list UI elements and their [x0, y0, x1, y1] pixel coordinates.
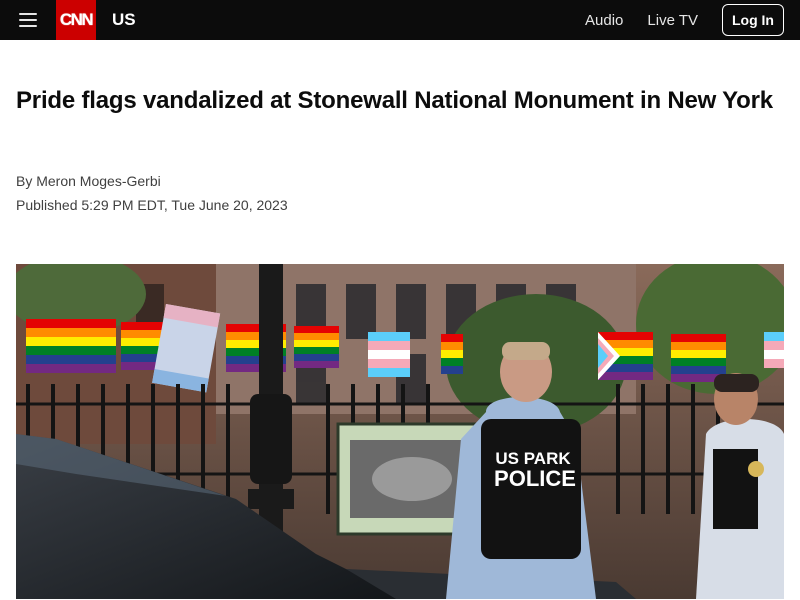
hamburger-icon	[19, 13, 37, 27]
nav-link-live-tv[interactable]: Live TV	[647, 12, 698, 29]
brand-label: CNN	[59, 10, 94, 29]
article-headline: Pride flags vandalized at Stonewall Nati…	[16, 87, 773, 114]
menu-button[interactable]	[0, 0, 56, 40]
vest-text-line2: POLICE	[494, 466, 576, 491]
hero-photo-illustration: US PARK POLICE	[16, 264, 784, 599]
nav-right-group: Audio Live TV Log In	[585, 0, 800, 40]
article-hero-image: US PARK POLICE	[16, 264, 784, 599]
cnn-logo[interactable]: CNN	[56, 0, 96, 40]
section-label[interactable]: US	[112, 10, 136, 30]
login-button[interactable]: Log In	[722, 4, 784, 36]
top-navigation-bar: CNN US Audio Live TV Log In	[0, 0, 800, 40]
article-timestamp: Published 5:29 PM EDT, Tue June 20, 2023	[16, 197, 288, 213]
article-byline: By Meron Moges-Gerbi	[16, 173, 161, 189]
nav-link-audio[interactable]: Audio	[585, 12, 623, 29]
